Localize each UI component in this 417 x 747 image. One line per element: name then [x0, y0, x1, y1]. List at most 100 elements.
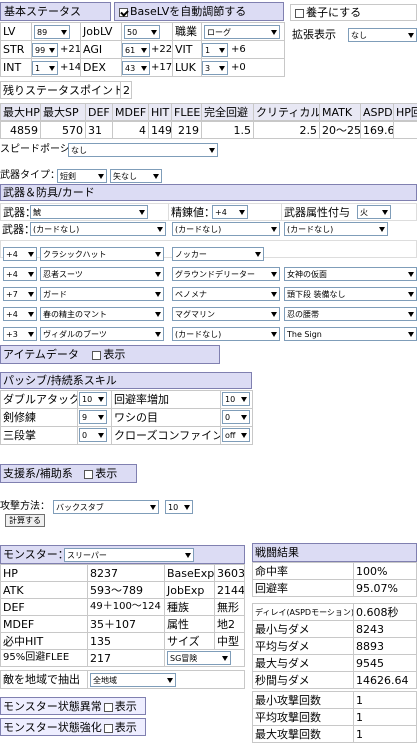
equip-item-garment[interactable]: 春の精主のマント: [40, 307, 164, 321]
equip-refine-shoes[interactable]: +3: [3, 327, 37, 341]
equip-card-garment[interactable]: マグマリン: [172, 307, 280, 321]
chevron-down-icon: [209, 148, 215, 153]
agi-select[interactable]: 61: [122, 43, 150, 57]
skill-close-confine-select[interactable]: off: [222, 428, 250, 442]
monster-mode-select[interactable]: SG冒険: [167, 651, 231, 665]
equip-extra-accessory-1[interactable]: 忍の腰帯: [284, 307, 417, 321]
adopt-toggle[interactable]: 養子にする: [290, 4, 417, 21]
derived-stats-table: 最大HP 最大SP DEF MDEF HIT FLEE 完全回避 クリティカル …: [0, 103, 417, 139]
equip-item-body[interactable]: 忍者スーツ: [40, 267, 164, 281]
skill-triple-attack-select[interactable]: 0: [79, 428, 107, 442]
derived-header: HP回: [393, 103, 417, 121]
chevron-down-icon: [241, 415, 247, 420]
support-toggle[interactable]: 表示: [82, 467, 117, 480]
speed-potion-value: なし: [71, 146, 87, 155]
equip-card-shield[interactable]: ペノメナ: [172, 287, 280, 301]
equip-extra-accessory-2[interactable]: The Sign: [284, 327, 417, 341]
auto-adjust-checkbox[interactable]: [119, 7, 128, 17]
skill-name: ダブルアタック: [0, 390, 78, 409]
weapon-card-2[interactable]: (カードなし): [172, 222, 280, 236]
monster-filter-select[interactable]: 全地域: [90, 673, 176, 687]
monster-buff-toggle[interactable]: モンスター状態強化 表示: [0, 718, 146, 736]
arrow-type-select[interactable]: 矢なし: [110, 169, 162, 183]
int-select[interactable]: 1: [32, 61, 58, 75]
equip-item-value: ヴィダルのブーツ: [43, 330, 107, 339]
result-value: 9545: [353, 654, 417, 672]
result-label: 最小攻撃回数: [252, 691, 354, 709]
item-data-checkbox[interactable]: [92, 350, 102, 360]
derived-header: ASPD: [360, 103, 394, 121]
weapon-card-3[interactable]: (カードなし): [284, 222, 388, 236]
monster-select[interactable]: スリーパー: [64, 548, 194, 562]
chevron-down-icon: [150, 505, 156, 510]
monster-buff-show: 表示: [114, 721, 137, 734]
equip-item-shoes[interactable]: ヴィダルのブーツ: [40, 327, 164, 341]
item-data-toggle[interactable]: 表示: [90, 348, 125, 361]
skill-owl-eye-select[interactable]: 0: [222, 410, 250, 424]
element-value: 火: [360, 208, 368, 217]
job-value: ローグ: [207, 28, 231, 37]
equip-card-head[interactable]: ノッカー: [172, 247, 264, 261]
monster-status-checkbox[interactable]: [103, 702, 113, 712]
chevron-down-icon: [155, 292, 161, 297]
equip-item-head[interactable]: クラシックハット: [40, 247, 164, 261]
attack-level-select[interactable]: 10: [165, 500, 193, 514]
skill-double-attack-select[interactable]: 10: [79, 392, 107, 406]
skill-name: 三段掌: [0, 426, 78, 445]
equip-card-body[interactable]: グラウンドデリーター: [172, 267, 280, 281]
monster-filter-value: 全地域: [93, 676, 117, 685]
equip-refine-value: +7: [6, 290, 18, 299]
chevron-down-icon: [98, 397, 104, 402]
monster-stat-value: 3603: [214, 564, 245, 582]
equip-item-shield[interactable]: ガード: [40, 287, 164, 301]
skill-name: ワシの目: [111, 408, 221, 427]
monster-stat-label: DEF: [0, 598, 88, 616]
lv-select[interactable]: 89: [34, 25, 70, 39]
chevron-down-icon: [241, 433, 247, 438]
job-select[interactable]: ローグ: [204, 25, 280, 39]
skill-level-value: off: [225, 431, 236, 440]
joblv-label: JobLV: [80, 22, 122, 41]
auto-adjust-toggle[interactable]: BaseLVを自動調節する: [114, 2, 284, 21]
weapon-type-select[interactable]: 短剣: [57, 169, 107, 183]
monster-stat-value: 地2: [214, 615, 245, 633]
element-select[interactable]: 火: [357, 205, 391, 219]
equip-card-shoes[interactable]: (カードなし): [172, 327, 280, 341]
int-bonus: +14: [60, 62, 82, 73]
monster-stat-value: 8237: [87, 564, 165, 582]
attack-method-select[interactable]: バックスタブ: [53, 500, 159, 514]
equip-refine-shield[interactable]: +7: [3, 287, 37, 301]
attack-method-value: バックスタブ: [56, 503, 104, 512]
equip-extra-low-head[interactable]: 頭下段 装備なし: [284, 287, 417, 301]
calculate-button[interactable]: 計算する: [5, 514, 45, 527]
vit-select[interactable]: 1: [202, 43, 228, 57]
dex-select[interactable]: 43: [122, 61, 150, 75]
skill-level-value: 0: [82, 431, 88, 440]
speed-potion-select[interactable]: なし: [68, 143, 218, 157]
adopt-checkbox[interactable]: [295, 8, 304, 18]
monster-status-toggle[interactable]: モンスター状態異常 表示: [0, 697, 146, 715]
vit-bonus: +6: [231, 44, 246, 55]
equip-extra-mid-head[interactable]: 女神の仮面: [284, 267, 417, 281]
ext-select[interactable]: なし: [348, 28, 417, 42]
luk-select[interactable]: 3: [202, 61, 228, 75]
support-checkbox[interactable]: [84, 469, 94, 479]
vit-label: VIT: [172, 40, 202, 59]
equip-refine-head[interactable]: +4: [3, 247, 37, 261]
monster-buff-checkbox[interactable]: [103, 723, 113, 733]
equip-refine-body[interactable]: +4: [3, 267, 37, 281]
weapon-card-label: 武器：: [0, 221, 30, 239]
chevron-down-icon: [61, 30, 67, 35]
skill-sword-mastery-select[interactable]: 9: [79, 410, 107, 424]
str-select[interactable]: 99: [32, 43, 58, 57]
joblv-select[interactable]: 50: [124, 25, 160, 39]
weapon-card-1[interactable]: (カードなし): [30, 222, 166, 236]
attack-level-value: 10: [168, 503, 179, 512]
ext-value: なし: [351, 31, 367, 40]
weapon-select[interactable]: 鯱: [30, 205, 148, 219]
skill-flee-up-select[interactable]: 10: [222, 392, 250, 406]
equip-item-value: 忍者スーツ: [43, 270, 83, 279]
equip-refine-garment[interactable]: +4: [3, 307, 37, 321]
refine-select[interactable]: +4: [212, 205, 248, 219]
chevron-down-icon: [271, 312, 277, 317]
